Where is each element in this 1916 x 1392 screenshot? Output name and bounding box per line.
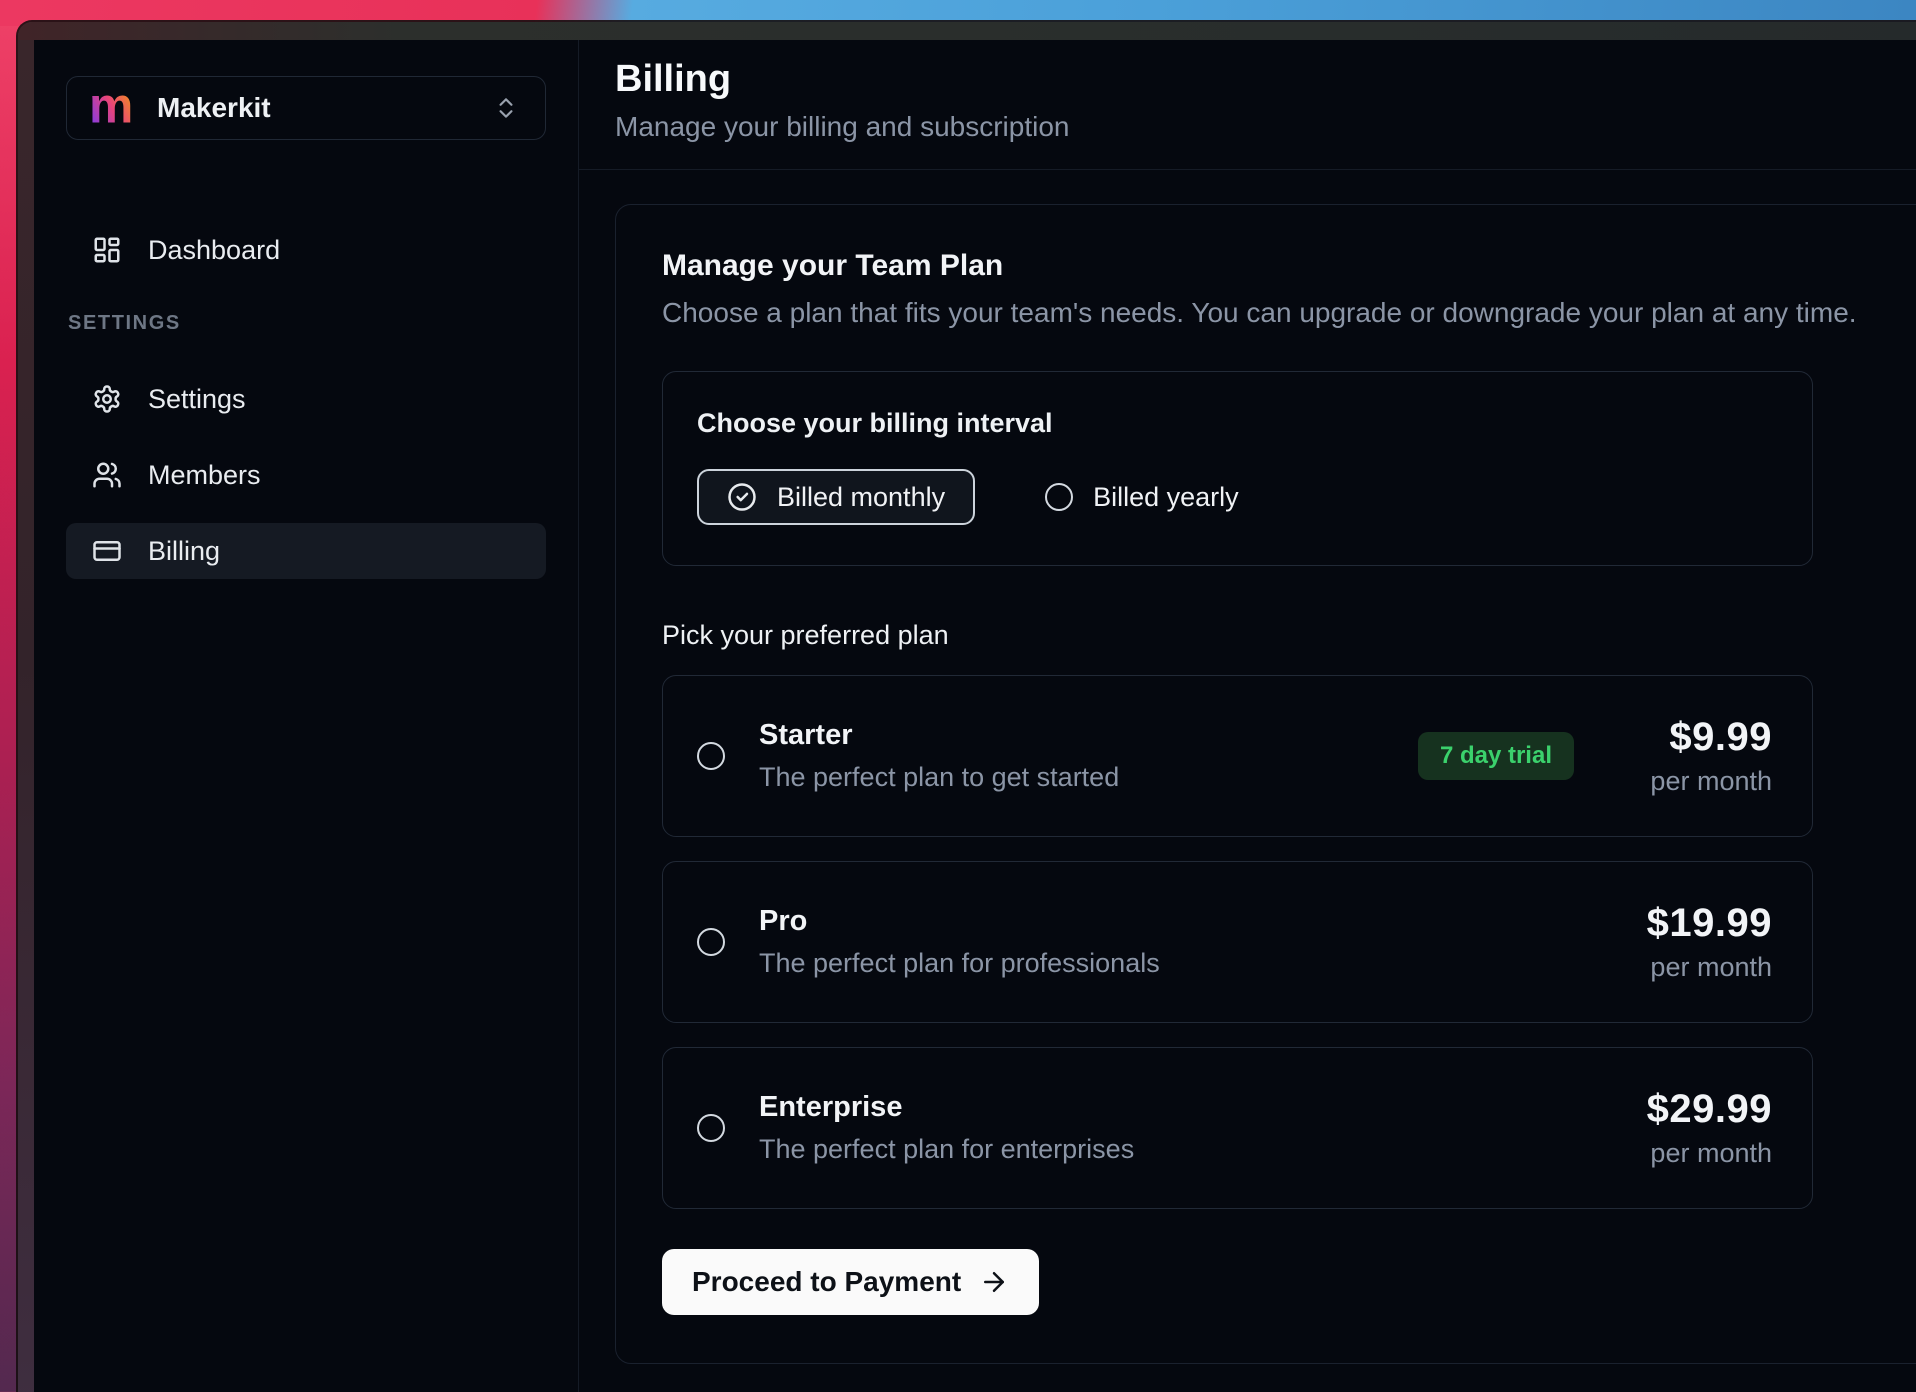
plan-price: $9.99 [1622, 715, 1772, 760]
dashboard-icon [92, 235, 122, 265]
page-subtitle: Manage your billing and subscription [615, 111, 1916, 143]
chevron-up-down-icon [493, 95, 519, 121]
interval-option-label: Billed monthly [777, 482, 945, 513]
plan-price: $19.99 [1622, 901, 1772, 946]
makerkit-logo-icon: m [89, 82, 135, 134]
sidebar-item-label: Settings [148, 384, 246, 415]
plan-name: Starter [759, 719, 1119, 752]
proceed-to-payment-button[interactable]: Proceed to Payment [662, 1249, 1039, 1315]
plan-description: The perfect plan for professionals [759, 948, 1160, 979]
sidebar-item-dashboard[interactable]: Dashboard [66, 222, 546, 278]
sidebar-item-label: Billing [148, 536, 220, 567]
radio-unchecked-icon [1045, 483, 1073, 511]
check-circle-icon [727, 482, 757, 512]
radio-unchecked-icon[interactable] [697, 928, 725, 956]
plan-period: per month [1622, 952, 1772, 983]
plan-period: per month [1622, 766, 1772, 797]
app-root: m Makerkit [34, 40, 1916, 1392]
app-window: m Makerkit [18, 22, 1916, 1392]
interval-option-monthly[interactable]: Billed monthly [697, 469, 975, 525]
plan-price-block: $29.99 per month [1622, 1087, 1772, 1169]
billing-interval-section: Choose your billing interval Billed mont… [662, 371, 1813, 566]
plan-price-block: $9.99 per month [1622, 715, 1772, 797]
sidebar-item-settings[interactable]: Settings [66, 371, 546, 427]
plan-period: per month [1622, 1138, 1772, 1169]
page-header: Billing Manage your billing and subscrip… [579, 40, 1916, 170]
radio-unchecked-icon[interactable] [697, 1114, 725, 1142]
sidebar-item-label: Members [148, 460, 261, 491]
plan-row-starter[interactable]: Starter The perfect plan to get started … [662, 675, 1813, 837]
plan-price-block: $19.99 per month [1622, 901, 1772, 983]
workspace-switcher[interactable]: m Makerkit [66, 76, 546, 140]
plan-name: Enterprise [759, 1091, 1134, 1124]
arrow-right-icon [979, 1267, 1009, 1297]
card-title: Manage your Team Plan [662, 249, 1916, 283]
window-titlebar [18, 22, 1916, 40]
interval-option-yearly[interactable]: Billed yearly [1045, 482, 1239, 513]
plan-price: $29.99 [1622, 1087, 1772, 1132]
plan-description: The perfect plan for enterprises [759, 1134, 1134, 1165]
main-content: Billing Manage your billing and subscrip… [579, 40, 1916, 1392]
card-description: Choose a plan that fits your team's need… [662, 297, 1916, 329]
team-plan-card: Manage your Team Plan Choose a plan that… [615, 204, 1916, 1364]
sidebar-item-label: Dashboard [148, 235, 280, 266]
users-icon [92, 460, 122, 490]
gear-icon [92, 384, 122, 414]
trial-badge: 7 day trial [1418, 732, 1574, 780]
sidebar-item-billing[interactable]: Billing [66, 523, 546, 579]
billing-interval-options: Billed monthly Billed yearly [697, 469, 1778, 525]
sidebar: m Makerkit [34, 40, 579, 1392]
credit-card-icon [92, 536, 122, 566]
svg-text:m: m [89, 82, 133, 133]
plan-info: Pro The perfect plan for professionals [759, 905, 1160, 979]
plan-row-enterprise[interactable]: Enterprise The perfect plan for enterpri… [662, 1047, 1813, 1209]
plan-row-pro[interactable]: Pro The perfect plan for professionals $… [662, 861, 1813, 1023]
plan-info: Starter The perfect plan to get started [759, 719, 1119, 793]
sidebar-nav: Dashboard SETTINGS Settings [66, 222, 546, 599]
plan-info: Enterprise The perfect plan for enterpri… [759, 1091, 1134, 1165]
sidebar-section-settings: SETTINGS [66, 312, 546, 335]
radio-unchecked-icon[interactable] [697, 742, 725, 770]
sidebar-item-members[interactable]: Members [66, 447, 546, 503]
interval-option-label: Billed yearly [1093, 482, 1239, 513]
proceed-to-payment-label: Proceed to Payment [692, 1266, 961, 1298]
billing-interval-label: Choose your billing interval [697, 408, 1778, 439]
plan-name: Pro [759, 905, 1160, 938]
page-body: Manage your Team Plan Choose a plan that… [579, 170, 1916, 1364]
plan-description: The perfect plan to get started [759, 762, 1119, 793]
page-title: Billing [615, 58, 1916, 101]
workspace-name: Makerkit [157, 92, 493, 124]
plans-label: Pick your preferred plan [662, 620, 1916, 651]
window-left-edge [18, 40, 34, 1392]
